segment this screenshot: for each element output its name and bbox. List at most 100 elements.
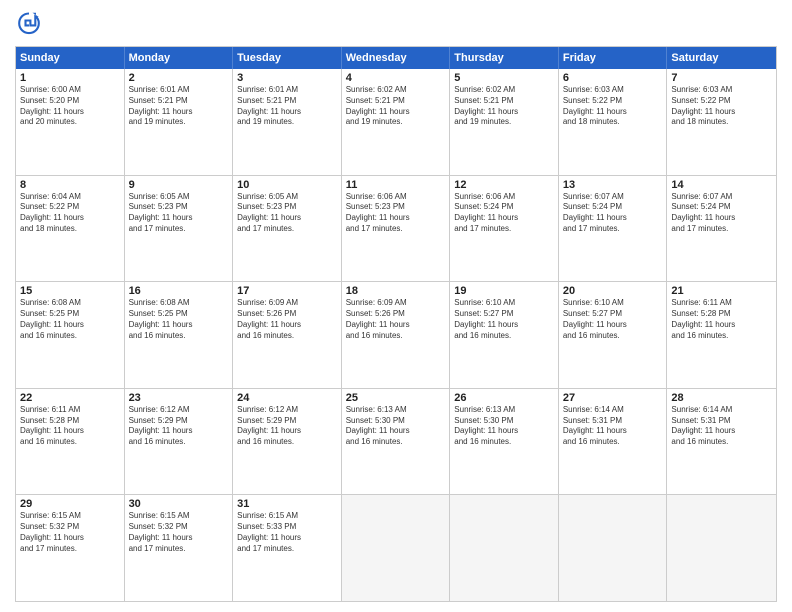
day-details: Sunrise: 6:15 AM Sunset: 5:32 PM Dayligh… bbox=[20, 511, 120, 554]
day-number: 13 bbox=[563, 179, 663, 191]
calendar-cell: 1Sunrise: 6:00 AM Sunset: 5:20 PM Daylig… bbox=[16, 69, 125, 175]
day-number: 6 bbox=[563, 72, 663, 84]
day-details: Sunrise: 6:03 AM Sunset: 5:22 PM Dayligh… bbox=[671, 85, 772, 128]
calendar-cell: 3Sunrise: 6:01 AM Sunset: 5:21 PM Daylig… bbox=[233, 69, 342, 175]
day-details: Sunrise: 6:14 AM Sunset: 5:31 PM Dayligh… bbox=[563, 405, 663, 448]
calendar-cell: 2Sunrise: 6:01 AM Sunset: 5:21 PM Daylig… bbox=[125, 69, 234, 175]
calendar-cell: 31Sunrise: 6:15 AM Sunset: 5:33 PM Dayli… bbox=[233, 495, 342, 601]
day-details: Sunrise: 6:08 AM Sunset: 5:25 PM Dayligh… bbox=[20, 298, 120, 341]
calendar-cell: 24Sunrise: 6:12 AM Sunset: 5:29 PM Dayli… bbox=[233, 389, 342, 495]
day-number: 22 bbox=[20, 392, 120, 404]
day-number: 2 bbox=[129, 72, 229, 84]
logo-icon bbox=[15, 10, 43, 38]
day-details: Sunrise: 6:08 AM Sunset: 5:25 PM Dayligh… bbox=[129, 298, 229, 341]
day-details: Sunrise: 6:11 AM Sunset: 5:28 PM Dayligh… bbox=[671, 298, 772, 341]
calendar-cell: 13Sunrise: 6:07 AM Sunset: 5:24 PM Dayli… bbox=[559, 176, 668, 282]
calendar-cell: 19Sunrise: 6:10 AM Sunset: 5:27 PM Dayli… bbox=[450, 282, 559, 388]
day-details: Sunrise: 6:01 AM Sunset: 5:21 PM Dayligh… bbox=[129, 85, 229, 128]
header-day-monday: Monday bbox=[125, 47, 234, 69]
calendar-cell: 21Sunrise: 6:11 AM Sunset: 5:28 PM Dayli… bbox=[667, 282, 776, 388]
calendar-cell: 12Sunrise: 6:06 AM Sunset: 5:24 PM Dayli… bbox=[450, 176, 559, 282]
page: SundayMondayTuesdayWednesdayThursdayFrid… bbox=[0, 0, 792, 612]
calendar-cell: 5Sunrise: 6:02 AM Sunset: 5:21 PM Daylig… bbox=[450, 69, 559, 175]
day-number: 21 bbox=[671, 285, 772, 297]
day-number: 12 bbox=[454, 179, 554, 191]
calendar-cell bbox=[559, 495, 668, 601]
day-details: Sunrise: 6:07 AM Sunset: 5:24 PM Dayligh… bbox=[671, 192, 772, 235]
day-details: Sunrise: 6:02 AM Sunset: 5:21 PM Dayligh… bbox=[454, 85, 554, 128]
day-details: Sunrise: 6:07 AM Sunset: 5:24 PM Dayligh… bbox=[563, 192, 663, 235]
day-number: 14 bbox=[671, 179, 772, 191]
calendar-cell: 17Sunrise: 6:09 AM Sunset: 5:26 PM Dayli… bbox=[233, 282, 342, 388]
calendar-row-3: 15Sunrise: 6:08 AM Sunset: 5:25 PM Dayli… bbox=[16, 282, 776, 389]
day-details: Sunrise: 6:13 AM Sunset: 5:30 PM Dayligh… bbox=[346, 405, 446, 448]
day-details: Sunrise: 6:02 AM Sunset: 5:21 PM Dayligh… bbox=[346, 85, 446, 128]
day-details: Sunrise: 6:06 AM Sunset: 5:24 PM Dayligh… bbox=[454, 192, 554, 235]
calendar-cell: 20Sunrise: 6:10 AM Sunset: 5:27 PM Dayli… bbox=[559, 282, 668, 388]
calendar-cell: 26Sunrise: 6:13 AM Sunset: 5:30 PM Dayli… bbox=[450, 389, 559, 495]
header bbox=[15, 10, 777, 38]
calendar-cell: 11Sunrise: 6:06 AM Sunset: 5:23 PM Dayli… bbox=[342, 176, 451, 282]
day-details: Sunrise: 6:04 AM Sunset: 5:22 PM Dayligh… bbox=[20, 192, 120, 235]
calendar-cell: 10Sunrise: 6:05 AM Sunset: 5:23 PM Dayli… bbox=[233, 176, 342, 282]
day-details: Sunrise: 6:01 AM Sunset: 5:21 PM Dayligh… bbox=[237, 85, 337, 128]
header-day-thursday: Thursday bbox=[450, 47, 559, 69]
day-number: 31 bbox=[237, 498, 337, 510]
day-number: 11 bbox=[346, 179, 446, 191]
calendar-cell: 16Sunrise: 6:08 AM Sunset: 5:25 PM Dayli… bbox=[125, 282, 234, 388]
day-number: 5 bbox=[454, 72, 554, 84]
day-number: 23 bbox=[129, 392, 229, 404]
calendar-cell: 9Sunrise: 6:05 AM Sunset: 5:23 PM Daylig… bbox=[125, 176, 234, 282]
calendar-cell: 28Sunrise: 6:14 AM Sunset: 5:31 PM Dayli… bbox=[667, 389, 776, 495]
day-number: 10 bbox=[237, 179, 337, 191]
calendar-row-5: 29Sunrise: 6:15 AM Sunset: 5:32 PM Dayli… bbox=[16, 495, 776, 601]
header-day-tuesday: Tuesday bbox=[233, 47, 342, 69]
calendar-cell bbox=[342, 495, 451, 601]
day-number: 1 bbox=[20, 72, 120, 84]
calendar-cell: 29Sunrise: 6:15 AM Sunset: 5:32 PM Dayli… bbox=[16, 495, 125, 601]
header-day-wednesday: Wednesday bbox=[342, 47, 451, 69]
day-details: Sunrise: 6:06 AM Sunset: 5:23 PM Dayligh… bbox=[346, 192, 446, 235]
day-details: Sunrise: 6:12 AM Sunset: 5:29 PM Dayligh… bbox=[237, 405, 337, 448]
day-number: 8 bbox=[20, 179, 120, 191]
header-day-sunday: Sunday bbox=[16, 47, 125, 69]
day-details: Sunrise: 6:10 AM Sunset: 5:27 PM Dayligh… bbox=[454, 298, 554, 341]
day-number: 19 bbox=[454, 285, 554, 297]
day-number: 25 bbox=[346, 392, 446, 404]
day-number: 28 bbox=[671, 392, 772, 404]
calendar-cell: 30Sunrise: 6:15 AM Sunset: 5:32 PM Dayli… bbox=[125, 495, 234, 601]
calendar-row-1: 1Sunrise: 6:00 AM Sunset: 5:20 PM Daylig… bbox=[16, 69, 776, 176]
day-details: Sunrise: 6:03 AM Sunset: 5:22 PM Dayligh… bbox=[563, 85, 663, 128]
day-number: 30 bbox=[129, 498, 229, 510]
calendar-cell: 25Sunrise: 6:13 AM Sunset: 5:30 PM Dayli… bbox=[342, 389, 451, 495]
calendar-row-2: 8Sunrise: 6:04 AM Sunset: 5:22 PM Daylig… bbox=[16, 176, 776, 283]
calendar-cell: 6Sunrise: 6:03 AM Sunset: 5:22 PM Daylig… bbox=[559, 69, 668, 175]
header-day-friday: Friday bbox=[559, 47, 668, 69]
calendar-cell bbox=[450, 495, 559, 601]
day-number: 16 bbox=[129, 285, 229, 297]
day-details: Sunrise: 6:15 AM Sunset: 5:33 PM Dayligh… bbox=[237, 511, 337, 554]
calendar-body: 1Sunrise: 6:00 AM Sunset: 5:20 PM Daylig… bbox=[16, 69, 776, 601]
calendar-header: SundayMondayTuesdayWednesdayThursdayFrid… bbox=[16, 47, 776, 69]
calendar-cell: 7Sunrise: 6:03 AM Sunset: 5:22 PM Daylig… bbox=[667, 69, 776, 175]
day-number: 17 bbox=[237, 285, 337, 297]
day-number: 29 bbox=[20, 498, 120, 510]
day-number: 7 bbox=[671, 72, 772, 84]
day-details: Sunrise: 6:10 AM Sunset: 5:27 PM Dayligh… bbox=[563, 298, 663, 341]
calendar-row-4: 22Sunrise: 6:11 AM Sunset: 5:28 PM Dayli… bbox=[16, 389, 776, 496]
day-number: 26 bbox=[454, 392, 554, 404]
header-day-saturday: Saturday bbox=[667, 47, 776, 69]
day-number: 24 bbox=[237, 392, 337, 404]
day-number: 4 bbox=[346, 72, 446, 84]
calendar-cell bbox=[667, 495, 776, 601]
day-details: Sunrise: 6:15 AM Sunset: 5:32 PM Dayligh… bbox=[129, 511, 229, 554]
day-number: 15 bbox=[20, 285, 120, 297]
day-details: Sunrise: 6:05 AM Sunset: 5:23 PM Dayligh… bbox=[129, 192, 229, 235]
calendar-cell: 15Sunrise: 6:08 AM Sunset: 5:25 PM Dayli… bbox=[16, 282, 125, 388]
day-details: Sunrise: 6:13 AM Sunset: 5:30 PM Dayligh… bbox=[454, 405, 554, 448]
calendar-cell: 8Sunrise: 6:04 AM Sunset: 5:22 PM Daylig… bbox=[16, 176, 125, 282]
day-details: Sunrise: 6:09 AM Sunset: 5:26 PM Dayligh… bbox=[346, 298, 446, 341]
day-number: 18 bbox=[346, 285, 446, 297]
day-number: 27 bbox=[563, 392, 663, 404]
day-details: Sunrise: 6:05 AM Sunset: 5:23 PM Dayligh… bbox=[237, 192, 337, 235]
